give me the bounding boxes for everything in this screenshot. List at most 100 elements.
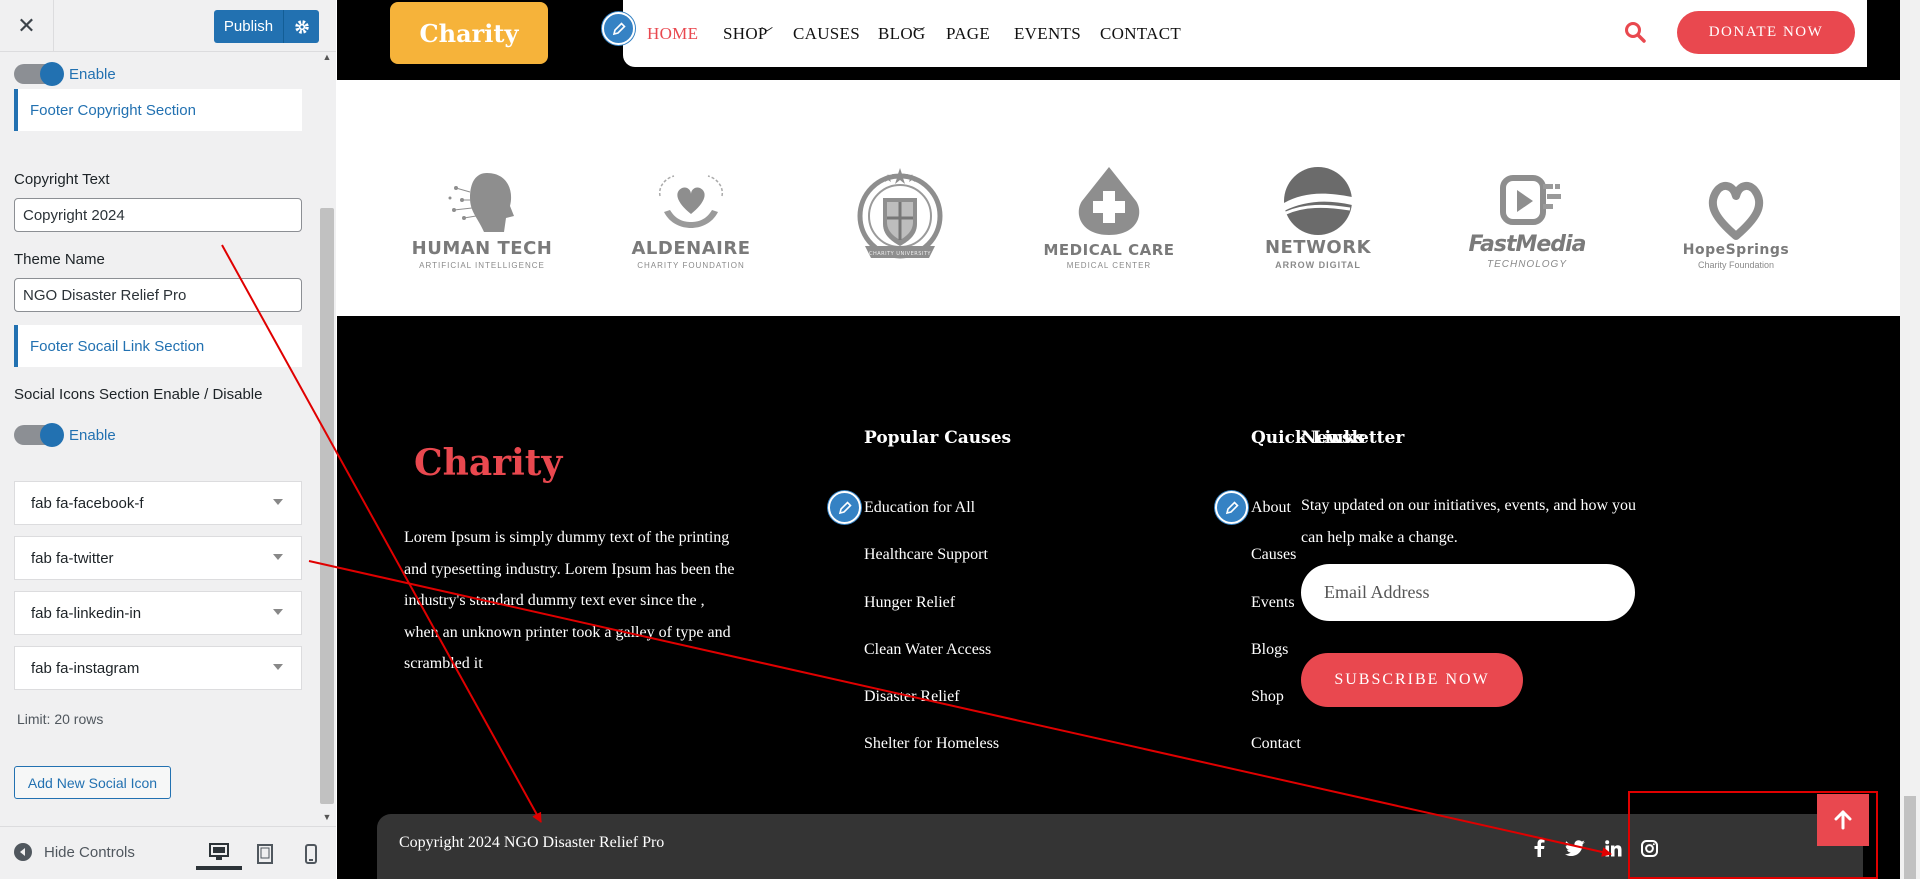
nav-causes[interactable]: CAUSES <box>793 24 860 44</box>
footer-cause-link[interactable]: Clean Water Access <box>864 641 991 659</box>
publish-settings-button[interactable] <box>284 10 319 43</box>
partner-tagline: ARTIFICIAL INTELLIGENCE <box>419 261 545 270</box>
caret-down-icon[interactable] <box>273 499 283 505</box>
panel-scrollbar[interactable]: ▲ ▼ <box>318 52 336 826</box>
customizer-controls: Enable Footer Copyright Section Copyrigh… <box>0 52 336 826</box>
partner-logo: NETWORK ARROW DIGITAL <box>1243 150 1393 270</box>
nav-events[interactable]: EVENTS <box>1014 24 1081 44</box>
copyright-text-input[interactable]: Copyright 2024 <box>14 198 302 232</box>
partner-logo: CHARITY UNIVERSITY <box>825 150 975 270</box>
chevron-down-icon: ﹀ <box>913 26 926 40</box>
social-repeater-label: fab fa-facebook-f <box>31 494 144 512</box>
gear-icon <box>294 19 309 34</box>
publish-button[interactable]: Publish <box>214 10 284 43</box>
social-toggle-title: Social Icons Section Enable / Disable <box>14 386 263 403</box>
copyright-enable-toggle[interactable] <box>14 62 64 86</box>
edit-shortcut-pencil-icon[interactable] <box>828 491 861 524</box>
footer-copyright-section-heading: Footer Copyright Section <box>14 89 302 131</box>
footer-quick-link[interactable]: Shop <box>1251 688 1284 706</box>
theme-name-input[interactable]: NGO Disaster Relief Pro <box>14 278 302 312</box>
footer-cause-link[interactable]: Disaster Relief <box>864 688 960 706</box>
footer-quick-link[interactable]: Blogs <box>1251 641 1288 659</box>
partner-tagline: MEDICAL CENTER <box>1066 261 1152 270</box>
close-icon: ✕ <box>17 13 36 38</box>
copyright-text-label: Copyright Text <box>14 171 110 188</box>
copyright-text: Copyright 2024 NGO Disaster Relief Pro <box>399 834 665 851</box>
aldenaire-logo <box>658 175 724 228</box>
publish-group: Publish <box>214 10 319 43</box>
footer-cause-link[interactable]: Shelter for Homeless <box>864 735 999 753</box>
edit-shortcut-pencil-icon[interactable] <box>602 12 635 45</box>
caret-down-icon[interactable] <box>273 609 283 615</box>
preview-desktop-button[interactable] <box>196 837 242 870</box>
partner-name: HopeSprings <box>1682 242 1790 258</box>
customizer-panel: ✕ Publish Enable Footer Copyright Sectio… <box>0 0 336 879</box>
fastmedia-logo <box>1500 175 1561 225</box>
newsletter-heading: Newsletter <box>1301 428 1405 448</box>
preview-scroll-thumb[interactable] <box>1904 796 1916 879</box>
collapse-icon <box>14 843 32 861</box>
partner-logo: MEDICAL CARE MEDICAL CENTER <box>1034 150 1184 270</box>
footer-quick-link[interactable]: Causes <box>1251 546 1296 564</box>
customizer-footer: Hide Controls <box>0 826 336 879</box>
close-customizer-button[interactable]: ✕ <box>0 0 54 52</box>
social-repeater-label: fab fa-instagram <box>31 659 140 677</box>
social-repeater-item[interactable]: fab fa-linkedin-in <box>14 591 302 635</box>
edit-shortcut-pencil-icon[interactable] <box>1215 491 1248 524</box>
search-icon[interactable] <box>1624 21 1646 43</box>
chevron-down-icon: ﹀ <box>761 26 774 40</box>
preview-tablet-button[interactable] <box>242 837 288 870</box>
popular-causes-heading: Popular Causes <box>864 428 1012 448</box>
scroll-up-icon[interactable]: ▲ <box>321 52 333 62</box>
hide-controls-label: Hide Controls <box>44 843 135 861</box>
nav-contact[interactable]: CONTACT <box>1100 24 1181 44</box>
footer-quick-link[interactable]: About <box>1251 499 1291 517</box>
desktop-icon <box>209 842 229 860</box>
partner-logo: HopeSprings Charity Foundation <box>1661 150 1811 270</box>
partner-tagline: ARROW DIGITAL <box>1275 260 1361 270</box>
social-repeater-item[interactable]: fab fa-facebook-f <box>14 481 302 525</box>
partner-tagline: TECHNOLOGY <box>1486 259 1567 270</box>
footer-quick-link[interactable]: Events <box>1251 594 1295 612</box>
footer-about-text: Lorem Ipsum is simply dummy text of the … <box>404 529 735 672</box>
subscribe-button[interactable]: SUBSCRIBE NOW <box>1301 653 1523 707</box>
footer-quick-link[interactable]: Contact <box>1251 735 1301 753</box>
partner-name: HUMAN TECH <box>411 238 553 259</box>
social-repeater-item[interactable]: fab fa-twitter <box>14 536 302 580</box>
footer-cause-link[interactable]: Hunger Relief <box>864 594 955 612</box>
theme-name-label: Theme Name <box>14 251 105 268</box>
partner-logos: HUMAN TECH ARTIFICIAL INTELLIGENCE ALDEN… <box>337 80 1900 316</box>
hide-controls-button[interactable]: Hide Controls <box>14 843 135 861</box>
footer-cause-link[interactable]: Healthcare Support <box>864 546 988 564</box>
social-enable-toggle[interactable] <box>14 423 64 447</box>
add-social-icon-button[interactable]: Add New Social Icon <box>14 766 171 799</box>
social-repeater-label: fab fa-twitter <box>31 549 114 567</box>
preview-scrollbar[interactable] <box>1900 0 1920 879</box>
newsletter-email-input[interactable]: Email Address <box>1301 564 1635 621</box>
caret-down-icon[interactable] <box>273 554 283 560</box>
social-repeater-item[interactable]: fab fa-instagram <box>14 646 302 690</box>
partner-name: NETWORK <box>1264 237 1372 258</box>
partner-tagline: CHARITY FOUNDATION <box>637 261 745 270</box>
scroll-thumb[interactable] <box>320 208 334 804</box>
footer-social-section-heading: Footer Socail Link Section <box>14 325 302 367</box>
scroll-down-icon[interactable]: ▼ <box>321 812 333 822</box>
partner-name: FastMedia <box>1468 232 1587 257</box>
social-repeater-label: fab fa-linkedin-in <box>31 604 142 622</box>
partner-logo: ALDENAIRE CHARITY FOUNDATION <box>616 150 766 270</box>
partner-tagline: Charity Foundation <box>1697 260 1775 270</box>
site-logo[interactable]: Charity <box>390 2 548 64</box>
nav-home[interactable]: HOME <box>647 24 698 44</box>
twitter-icon[interactable] <box>1565 838 1585 858</box>
university-crest-logo: CHARITY UNIVERSITY <box>857 168 943 259</box>
preview-mobile-button[interactable] <box>288 837 334 870</box>
facebook-icon[interactable] <box>1529 838 1549 858</box>
copyright-enable-label: Enable <box>69 66 116 83</box>
footer-logo[interactable]: Charity <box>414 442 562 484</box>
nav-page[interactable]: PAGE <box>946 24 990 44</box>
linkedin-icon[interactable] <box>1603 838 1623 858</box>
partner-name: ALDENAIRE <box>631 238 751 259</box>
footer-cause-link[interactable]: Education for All <box>864 499 975 517</box>
donate-now-button[interactable]: DONATE NOW <box>1677 11 1855 54</box>
caret-down-icon[interactable] <box>273 664 283 670</box>
